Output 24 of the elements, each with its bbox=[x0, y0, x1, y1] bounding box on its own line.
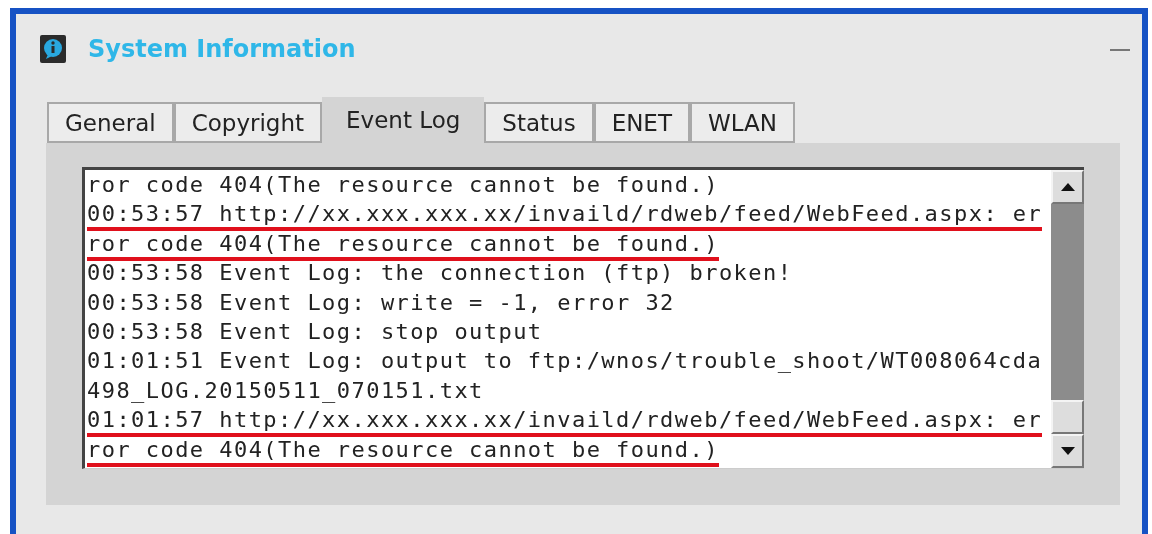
log-line: ror code 404(The resource cannot be found.) bbox=[87, 172, 719, 199]
log-line: 00:53:58 Event Log: stop output bbox=[87, 318, 543, 346]
scroll-thumb[interactable] bbox=[1051, 400, 1084, 434]
scroll-up-button[interactable] bbox=[1051, 170, 1084, 204]
tab[interactable]: Status bbox=[484, 102, 594, 143]
tab[interactable]: ENET bbox=[593, 102, 690, 143]
log-line: 00:53:57 http://xx.xxx.xxx.xx/invaild/rdweb/feed/WebFeed.aspx: er bbox=[87, 201, 1043, 232]
log-line: 01:01:51 Event Log: output to ftp:/wnos/trouble_shoot/WT008064cda bbox=[87, 348, 1043, 376]
tab[interactable]: Copyright bbox=[173, 102, 323, 143]
tab[interactable]: WLAN bbox=[689, 102, 795, 143]
log-line: 498_LOG.20150511_070151.txt bbox=[87, 377, 484, 405]
up-triangle-icon bbox=[1060, 183, 1075, 191]
log-line: ror code 404(The resource cannot be found.) bbox=[87, 230, 719, 261]
down-triangle-icon bbox=[1060, 447, 1075, 455]
log-line: 01:01:57 http://xx.xxx.xxx.xx/invaild/rdweb/feed/WebFeed.aspx: er bbox=[87, 407, 1043, 438]
log-line: 00:53:58 Event Log: the connection (ftp) broken! bbox=[87, 260, 793, 288]
info-icon bbox=[40, 35, 66, 63]
scrollbar[interactable] bbox=[1051, 170, 1084, 468]
log-line: 00:53:58 Event Log: write = -1, error 32 bbox=[87, 289, 675, 317]
tab[interactable]: Event Log bbox=[322, 97, 485, 143]
tab[interactable]: General bbox=[47, 102, 174, 143]
window-title: System Information bbox=[88, 35, 357, 63]
scroll-down-button[interactable] bbox=[1051, 434, 1084, 468]
log-line: ror code 404(The resource cannot be found.) bbox=[87, 436, 719, 467]
